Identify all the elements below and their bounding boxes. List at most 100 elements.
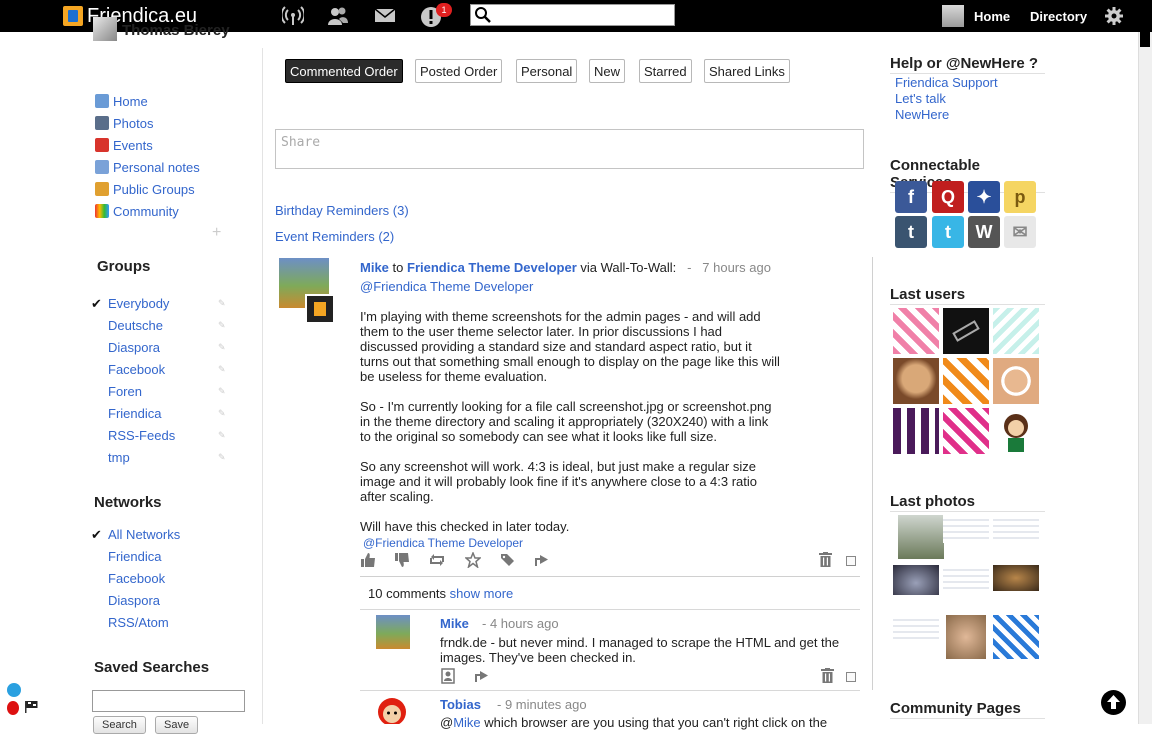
- help-link-friendica-support[interactable]: Friendica Support: [895, 75, 998, 90]
- network-icon[interactable]: [280, 6, 306, 26]
- user-avatar[interactable]: [893, 308, 939, 354]
- trash-icon[interactable]: [819, 668, 835, 684]
- network-item[interactable]: ✔ All Networks: [91, 527, 226, 543]
- post-mention-link[interactable]: @Friendica Theme Developer: [360, 279, 533, 294]
- saved-search-input[interactable]: [92, 690, 245, 712]
- wordpress-icon[interactable]: W: [968, 216, 1000, 248]
- network-item[interactable]: Friendica: [91, 549, 226, 565]
- sidebar-item-community[interactable]: Community: [95, 203, 179, 219]
- photo-thumbnail[interactable]: [946, 615, 986, 659]
- comment-author-avatar[interactable]: [376, 694, 408, 724]
- post-time[interactable]: 7 hours ago: [702, 260, 771, 275]
- star-icon[interactable]: [464, 550, 482, 569]
- group-item[interactable]: Deutsche ✎: [91, 318, 226, 334]
- photo-thumbnail[interactable]: [893, 615, 939, 643]
- post-tag-link[interactable]: @Friendica Theme Developer: [363, 536, 523, 550]
- tab-new[interactable]: New: [589, 59, 626, 83]
- user-avatar[interactable]: [942, 5, 964, 27]
- directory-link[interactable]: Directory: [1030, 9, 1087, 24]
- sidebar-item-public-groups[interactable]: Public Groups: [95, 181, 195, 197]
- messages-icon[interactable]: [374, 6, 396, 26]
- tab-posted-order[interactable]: Posted Order: [415, 59, 503, 83]
- tab-commented-order[interactable]: Commented Order: [285, 59, 403, 83]
- user-avatar[interactable]: [893, 358, 939, 404]
- comment-author-link[interactable]: Mike: [440, 616, 469, 631]
- edit-icon[interactable]: ✎: [218, 408, 226, 418]
- facebook-icon[interactable]: f: [895, 181, 927, 213]
- search-button[interactable]: Search: [93, 716, 146, 734]
- photo-thumbnail[interactable]: [993, 565, 1039, 591]
- edit-icon[interactable]: ✎: [218, 364, 226, 374]
- twitter-icon[interactable]: t: [932, 216, 964, 248]
- sidebar-item-events[interactable]: Events: [95, 137, 153, 153]
- reshare-icon[interactable]: [474, 668, 490, 684]
- home-link[interactable]: Home: [974, 9, 1010, 24]
- like-icon[interactable]: [360, 552, 376, 568]
- birthday-reminders-link[interactable]: Birthday Reminders (3): [275, 203, 409, 218]
- photo-thumbnail[interactable]: [993, 515, 1039, 543]
- group-item[interactable]: tmp ✎: [91, 450, 226, 466]
- bug-icon[interactable]: [7, 701, 19, 715]
- group-item[interactable]: Facebook ✎: [91, 362, 226, 378]
- scroll-to-top-button[interactable]: [1101, 690, 1126, 715]
- email-icon[interactable]: ✉: [1004, 216, 1036, 248]
- page-scrollbar[interactable]: [1138, 32, 1152, 724]
- photo-thumbnail[interactable]: [893, 565, 939, 595]
- user-avatar[interactable]: [993, 358, 1039, 404]
- help-link-newhere[interactable]: NewHere: [895, 107, 949, 122]
- contact-icon[interactable]: [440, 668, 456, 684]
- group-item[interactable]: RSS-Feeds ✎: [91, 428, 226, 444]
- share-input[interactable]: Share: [275, 129, 864, 169]
- posterous-icon[interactable]: p: [1004, 181, 1036, 213]
- user-avatar[interactable]: [993, 408, 1039, 454]
- profile-avatar[interactable]: [93, 17, 117, 41]
- tab-shared-links[interactable]: Shared Links: [704, 59, 790, 83]
- comment-time[interactable]: - 4 hours ago: [482, 616, 559, 631]
- group-item[interactable]: Friendica ✎: [91, 406, 226, 422]
- photo-thumbnail[interactable]: [943, 515, 989, 543]
- add-group-icon[interactable]: +: [212, 224, 221, 242]
- comment-author-link[interactable]: Tobias: [440, 697, 481, 712]
- group-item[interactable]: Foren ✎: [91, 384, 226, 400]
- user-avatar[interactable]: [943, 408, 989, 454]
- group-item[interactable]: ✔ Everybody ✎: [91, 296, 226, 312]
- diaspora-icon[interactable]: Q: [932, 181, 964, 213]
- photo-thumbnail[interactable]: [993, 615, 1039, 659]
- share-icon[interactable]: [429, 552, 445, 568]
- sidebar-item-home[interactable]: Home: [95, 93, 148, 109]
- edit-icon[interactable]: ✎: [218, 298, 226, 308]
- group-item[interactable]: Diaspora ✎: [91, 340, 226, 356]
- edit-icon[interactable]: ✎: [218, 386, 226, 396]
- network-item[interactable]: Diaspora: [91, 593, 226, 609]
- edit-icon[interactable]: ✎: [218, 342, 226, 352]
- comment-author-avatar[interactable]: [376, 615, 410, 649]
- profile-name[interactable]: Thomas Bierey: [122, 22, 230, 39]
- network-item[interactable]: Facebook: [91, 571, 226, 587]
- robot-icon[interactable]: [7, 683, 21, 697]
- user-avatar[interactable]: [993, 308, 1039, 354]
- reshare-icon[interactable]: [534, 552, 550, 568]
- photo-thumbnail[interactable]: [898, 515, 944, 559]
- user-avatar[interactable]: [943, 358, 989, 404]
- select-checkbox[interactable]: [846, 672, 856, 682]
- edit-icon[interactable]: ✎: [218, 452, 226, 462]
- save-button[interactable]: Save: [155, 716, 199, 734]
- user-avatar[interactable]: [893, 408, 939, 454]
- help-link-lets-talk[interactable]: Let's talk: [895, 91, 946, 106]
- tumblr-icon[interactable]: t: [895, 216, 927, 248]
- trash-icon[interactable]: [819, 552, 832, 567]
- comment-time[interactable]: - 9 minutes ago: [497, 697, 587, 712]
- contacts-icon[interactable]: [327, 6, 349, 26]
- user-avatar[interactable]: [943, 308, 989, 354]
- sidebar-item-personal-notes[interactable]: Personal notes: [95, 159, 200, 175]
- select-checkbox[interactable]: [846, 556, 856, 566]
- post-author-link[interactable]: Mike: [360, 260, 389, 275]
- tab-personal[interactable]: Personal: [516, 59, 578, 83]
- scrollbar-thumb[interactable]: [1140, 32, 1150, 47]
- event-reminders-link[interactable]: Event Reminders (2): [275, 229, 394, 244]
- show-more-link[interactable]: show more: [450, 586, 514, 601]
- flag-icon[interactable]: [25, 701, 39, 713]
- post-recipient-link[interactable]: Friendica Theme Developer: [407, 260, 577, 275]
- tag-icon[interactable]: [500, 552, 516, 568]
- gear-icon[interactable]: [1104, 6, 1124, 26]
